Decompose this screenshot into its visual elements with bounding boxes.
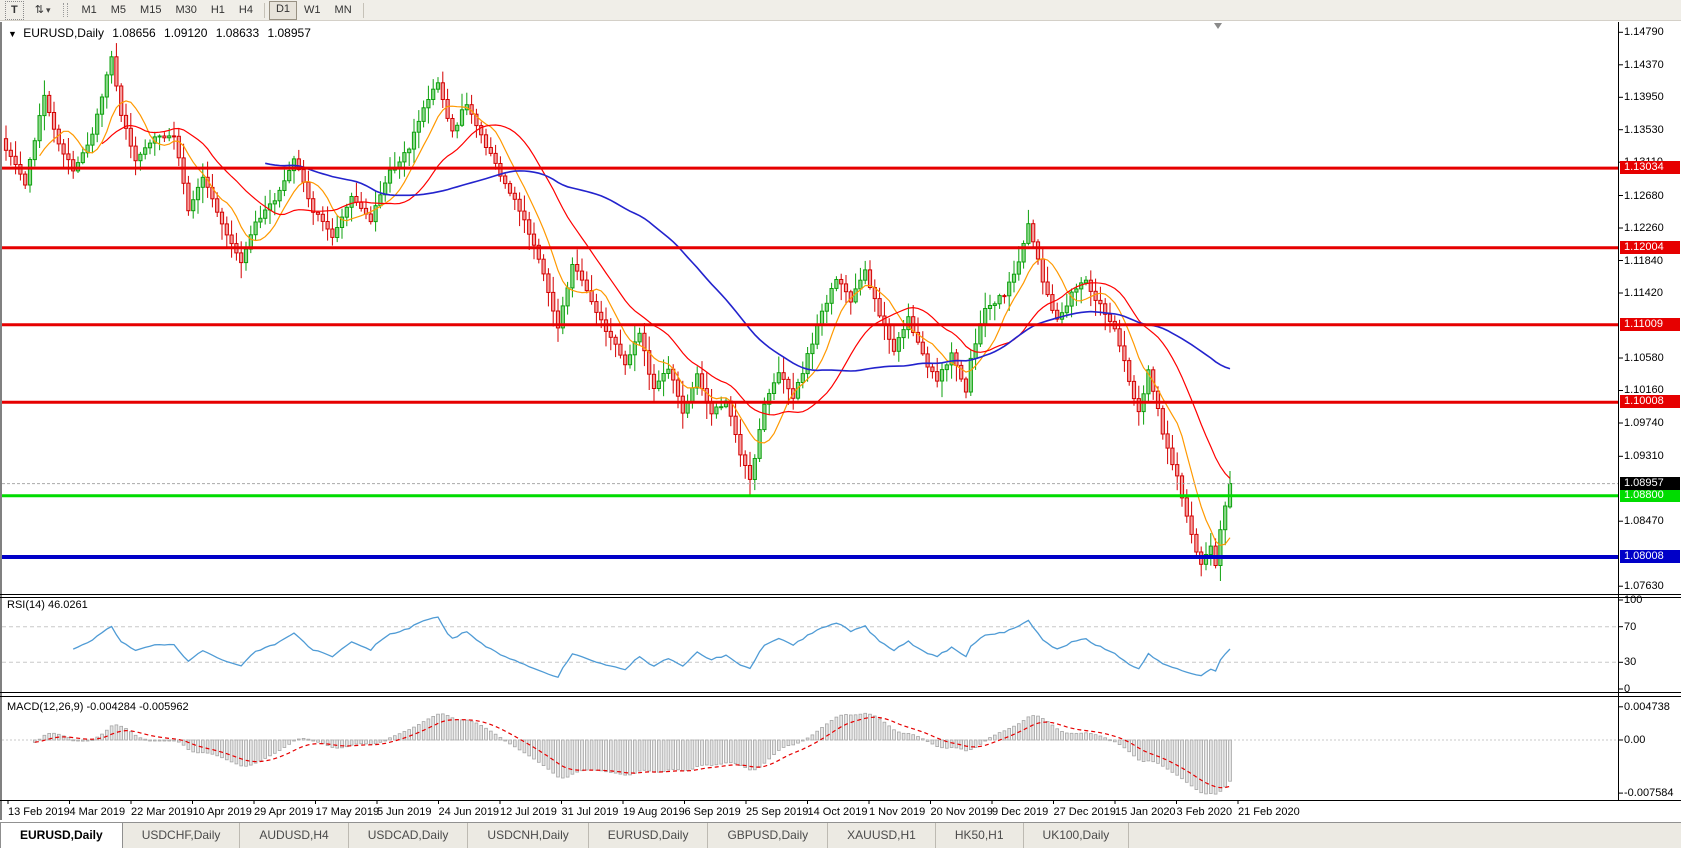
tab-gbpusd-daily[interactable]: GBPUSD,Daily (708, 823, 829, 848)
toolbar-separator (362, 2, 364, 18)
tab-xauusd-h1[interactable]: XAUUSD,H1 (828, 823, 936, 848)
tab-hk50-h1[interactable]: HK50,H1 (936, 823, 1024, 848)
tab-usdcad-daily[interactable]: USDCAD,Daily (349, 823, 469, 848)
toolbar-separator (263, 2, 265, 18)
chart-canvas[interactable] (0, 0, 1681, 848)
timeframe-m5[interactable]: M5 (104, 2, 133, 19)
dropdown-caret-icon: ▾ (45, 4, 51, 15)
tab-audusd-h4[interactable]: AUDUSD,H4 (240, 823, 349, 848)
arrange-windows-button[interactable]: ⇅ ▾ (28, 2, 58, 19)
tab-usdchf-daily[interactable]: USDCHF,Daily (123, 823, 241, 848)
text-tool-button[interactable]: T (5, 0, 24, 20)
toolbar: T ⇅ ▾ M1 M5 M15 M30 H1 H4 D1 W1 MN (0, 0, 1681, 21)
timeframe-m1[interactable]: M1 (74, 2, 103, 19)
timeframe-w1[interactable]: W1 (297, 2, 328, 19)
trading-platform-window: T ⇅ ▾ M1 M5 M15 M30 H1 H4 D1 W1 MN ▼ EURUSD,Daily… (0, 0, 1681, 848)
timeframe-h1[interactable]: H1 (204, 2, 232, 19)
arrange-arrows-icon: ⇅ (34, 3, 44, 16)
chart-shift-marker-icon[interactable] (1214, 23, 1222, 29)
timeframe-button-group: M1 M5 M15 M30 H1 H4 D1 W1 MN (74, 0, 367, 20)
timeframe-h4[interactable]: H4 (232, 2, 260, 19)
timeframe-m30[interactable]: M30 (168, 2, 203, 19)
timeframe-m15[interactable]: M15 (133, 2, 168, 19)
tab-uk100-daily[interactable]: UK100,Daily (1024, 823, 1130, 848)
timeframe-mn[interactable]: MN (328, 2, 359, 19)
chart-tab-bar: EURUSD,Daily USDCHF,Daily AUDUSD,H4 USDCAD,… (0, 822, 1681, 848)
tab-usdcnh-daily[interactable]: USDCNH,Daily (468, 823, 589, 848)
tab-eurusd-daily[interactable]: EURUSD,Daily (589, 823, 709, 848)
timeframe-d1[interactable]: D1 (268, 0, 298, 20)
tab-eurusd-daily[interactable]: EURUSD,Daily (0, 823, 123, 848)
toolbar-grip[interactable] (63, 3, 69, 17)
